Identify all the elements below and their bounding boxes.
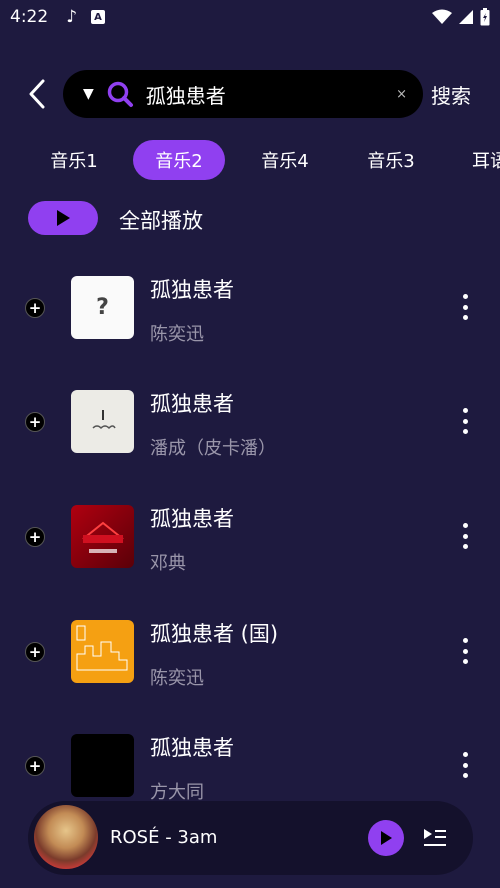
add-song-button[interactable]: +	[25, 642, 45, 662]
cover-art-graphic	[81, 521, 124, 553]
app-badge-icon: A	[91, 10, 106, 24]
status-bar: 4:22 ♪ A	[0, 0, 500, 34]
song-title: 孤独患者 (国)	[150, 622, 279, 646]
song-title: 孤独患者	[150, 278, 234, 302]
music-note-icon: ♪	[66, 7, 78, 27]
song-row[interactable]: + 孤独患者 潘成（皮卡潘）	[0, 390, 500, 490]
cover-art-graphic	[76, 625, 128, 671]
clear-search-icon[interactable]: ×	[396, 87, 407, 102]
album-cover	[71, 620, 134, 683]
song-artist: 陈奕迅	[150, 668, 204, 689]
back-button[interactable]	[20, 76, 54, 112]
song-artist: 邓典	[150, 553, 186, 574]
more-options-icon[interactable]	[460, 523, 470, 549]
search-button[interactable]: 搜索	[431, 80, 471, 109]
mini-player[interactable]: ROSÉ - 3am	[28, 801, 473, 875]
cell-signal-icon	[459, 10, 473, 24]
tab-music4[interactable]: 音乐4	[245, 140, 325, 180]
song-row[interactable]: + 孤独患者 (国) 陈奕迅	[0, 620, 500, 720]
add-song-button[interactable]: +	[25, 298, 45, 318]
more-options-icon[interactable]	[460, 638, 470, 664]
song-title: 孤独患者	[150, 736, 234, 760]
search-icon	[107, 81, 133, 107]
tab-music1[interactable]: 音乐1	[34, 140, 114, 180]
search-bar[interactable]: ▼ ×	[63, 70, 423, 118]
add-song-button[interactable]: +	[25, 412, 45, 432]
search-input[interactable]	[145, 82, 397, 106]
album-cover: ?	[71, 276, 134, 339]
status-notifications: ♪ A	[66, 7, 106, 27]
add-song-button[interactable]: +	[25, 527, 45, 547]
album-cover	[71, 505, 134, 568]
status-system-icons	[432, 8, 490, 26]
tab-music2[interactable]: 音乐2	[133, 140, 225, 180]
playlist-queue-icon[interactable]	[422, 825, 448, 851]
tab-music3[interactable]: 音乐3	[351, 140, 431, 180]
song-title: 孤独患者	[150, 392, 234, 416]
player-play-button[interactable]	[368, 820, 404, 856]
album-cover	[71, 734, 134, 797]
song-artist: 陈奕迅	[150, 324, 204, 345]
source-tabs: 音乐1 音乐2 音乐4 音乐3 耳语	[0, 140, 500, 182]
now-playing-title: ROSÉ - 3am	[110, 827, 218, 848]
status-time: 4:22	[10, 7, 49, 27]
cover-art-graphic	[91, 409, 116, 429]
more-options-icon[interactable]	[460, 408, 470, 434]
album-cover	[71, 390, 134, 453]
play-icon	[57, 210, 70, 226]
play-icon	[381, 831, 392, 845]
more-options-icon[interactable]	[460, 752, 470, 778]
wifi-icon	[432, 9, 452, 24]
play-all-label[interactable]: 全部播放	[119, 205, 203, 235]
song-row[interactable]: + 孤独患者 邓典	[0, 505, 500, 605]
song-artist: 潘成（皮卡潘）	[150, 438, 276, 459]
now-playing-artwork	[34, 805, 98, 869]
add-song-button[interactable]: +	[25, 756, 45, 776]
song-row[interactable]: + ? 孤独患者 陈奕迅	[0, 276, 500, 376]
search-source-dropdown-icon[interactable]: ▼	[83, 86, 94, 102]
tab-whisper[interactable]: 耳语	[460, 140, 500, 180]
play-all-button[interactable]	[28, 201, 98, 235]
battery-icon	[480, 8, 490, 26]
more-options-icon[interactable]	[460, 294, 470, 320]
back-arrow-icon	[29, 79, 45, 109]
song-title: 孤独患者	[150, 507, 234, 531]
